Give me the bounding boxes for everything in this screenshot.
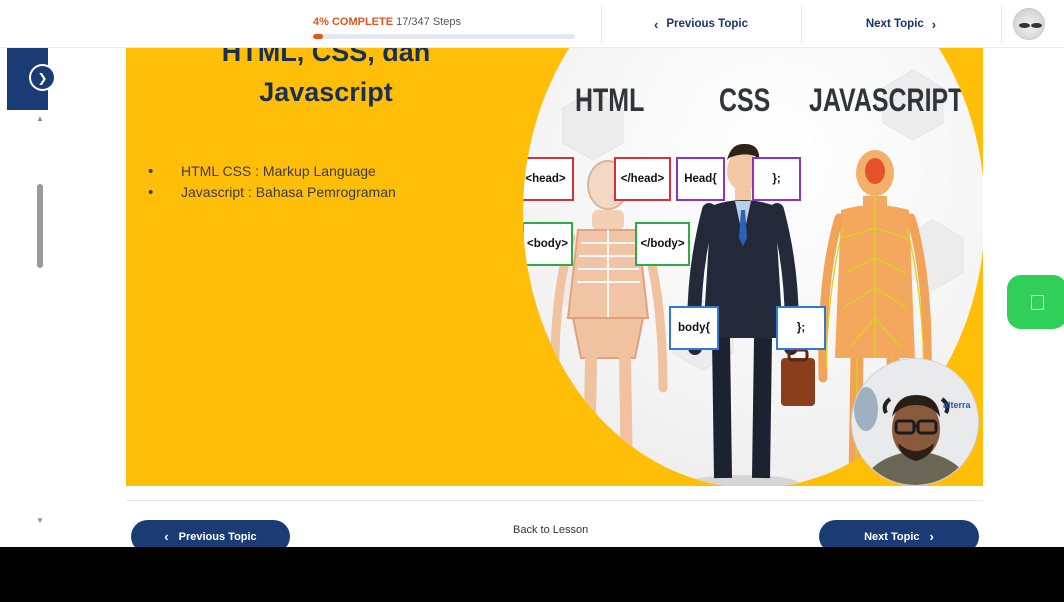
top-next-topic-button[interactable]: Next Topic › — [803, 0, 999, 48]
html-heading: HTML — [575, 82, 645, 118]
code-box-head-close: </head> — [614, 157, 671, 201]
chevron-left-icon: ‹ — [164, 529, 169, 544]
avatar-eye-right — [1031, 23, 1042, 28]
slide-bullets: HTML CSS : Markup Language Javascript : … — [148, 161, 396, 203]
back-to-lesson-link[interactable]: Back to Lesson — [513, 524, 588, 536]
progress-indicator: 4% COMPLETE 17/347 Steps — [313, 16, 577, 39]
progress-bar-fill — [313, 34, 324, 39]
avatar-eye-left — [1019, 23, 1030, 28]
sidebar-toggle-button[interactable]: ❯ — [29, 64, 56, 91]
chevron-right-icon: › — [931, 16, 937, 32]
scroll-down-arrow-icon[interactable]: ▼ — [35, 517, 45, 525]
code-box-body-css-close: }; — [776, 306, 826, 350]
top-bar: 4% COMPLETE 17/347 Steps ‹ Previous Topi… — [0, 0, 1064, 48]
skeleton-figure — [550, 160, 668, 484]
top-next-topic-label: Next Topic — [865, 18, 924, 30]
presenter-image — [852, 359, 978, 485]
chevron-right-icon: ❯ — [37, 70, 48, 85]
scroll-up-arrow-icon[interactable]: ▲ — [35, 115, 45, 123]
progress-bar — [313, 34, 575, 39]
top-prev-topic-label: Previous Topic — [666, 18, 748, 30]
bullet-item: HTML CSS : Markup Language — [148, 161, 396, 182]
top-divider — [1001, 6, 1002, 44]
top-prev-topic-button[interactable]: ‹ Previous Topic — [603, 0, 799, 48]
code-box-body-open: <body> — [523, 222, 573, 266]
code-box-head-open: <head> — [523, 157, 574, 201]
prev-topic-label: Previous Topic — [178, 530, 257, 543]
javascript-heading: JAVASCRIPT — [809, 82, 964, 118]
code-box-head-css-open: Head{ — [676, 157, 725, 201]
course-player: { "topbar": { "progress_percent_label": … — [0, 0, 1064, 602]
code-box-body-css-open: body{ — [669, 306, 719, 350]
css-heading: CSS — [719, 82, 771, 118]
top-divider — [801, 6, 802, 44]
black-letterbox — [0, 547, 1064, 602]
progress-text: 4% COMPLETE 17/347 Steps — [313, 16, 577, 28]
progress-percent: 4% COMPLETE — [313, 16, 394, 28]
presenter-brand-logo: alterra — [943, 400, 971, 410]
slide-title: HTML, CSS, dan Javascript — [221, 48, 431, 107]
code-box-head-css-close: }; — [752, 157, 801, 201]
chevron-left-icon: ‹ — [654, 16, 659, 32]
webcam-video[interactable]: alterra — [851, 358, 979, 486]
chat-floating-button[interactable] — [1007, 275, 1064, 329]
avatar[interactable] — [1013, 8, 1045, 40]
chevron-right-icon: › — [929, 529, 934, 544]
bullet-item: Javascript : Bahasa Pemrograman — [148, 182, 396, 203]
footer-divider — [126, 500, 983, 501]
next-topic-label: Next Topic — [864, 530, 920, 543]
progress-steps: 17/347 Steps — [396, 16, 461, 28]
top-divider — [601, 6, 602, 44]
chat-icon — [1030, 294, 1044, 310]
code-box-body-close: </body> — [635, 222, 690, 266]
scrollbar-thumb[interactable] — [37, 184, 43, 268]
